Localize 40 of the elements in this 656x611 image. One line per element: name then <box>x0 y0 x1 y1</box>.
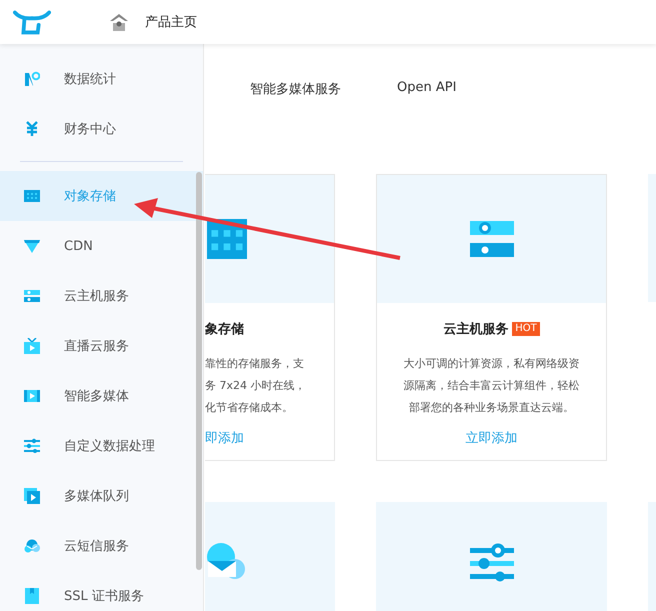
sliders-icon <box>470 542 514 582</box>
tab[interactable]: 智能多媒体服务 <box>250 80 341 104</box>
sidebar-item[interactable]: CDN <box>0 221 203 271</box>
sidebar-item[interactable]: 多媒体队列 <box>0 471 203 521</box>
sliders-icon <box>24 438 40 454</box>
film-play-icon <box>24 388 40 404</box>
card-description: 务 7x24 小时在线， <box>205 378 306 394</box>
grid-icon <box>24 188 40 204</box>
sidebar-item[interactable]: 自定义数据处理 <box>0 421 203 471</box>
page-title: 产品主页 <box>145 14 197 31</box>
hot-badge: HOT <box>512 322 540 336</box>
yen-icon <box>24 121 40 137</box>
bookmark-icon <box>24 588 40 604</box>
sidebar-item[interactable]: 财务中心 <box>0 104 203 154</box>
card-description: 源隔离，结合丰富云计算组件，轻松 <box>402 378 580 394</box>
sidebar-item[interactable]: SSL 证书服务 <box>0 571 203 611</box>
home-icon[interactable] <box>109 12 129 32</box>
play-icon <box>24 488 40 504</box>
server-icon <box>24 288 40 304</box>
server-icon <box>470 219 514 259</box>
sidebar-item[interactable]: 云主机服务 <box>0 271 203 321</box>
funnel-icon <box>24 238 40 254</box>
card-description: 靠性的存储服务，支 <box>205 356 305 372</box>
card-description: 化节省存储成本。 <box>205 400 294 416</box>
chart-icon <box>24 71 40 87</box>
tab[interactable]: Open API <box>397 80 456 104</box>
card-title: 云主机服务 <box>443 320 508 338</box>
tv-play-icon <box>24 338 40 354</box>
sidebar-item[interactable]: 云短信服务 <box>0 521 203 571</box>
scrollbar[interactable] <box>196 172 202 570</box>
card-title: 象存储 <box>205 321 244 338</box>
mail-cloud-icon <box>205 543 245 581</box>
logo-icon[interactable] <box>13 9 51 35</box>
sidebar-item[interactable]: 智能多媒体 <box>0 371 203 421</box>
grid-icon <box>205 219 249 259</box>
mail-cloud-icon <box>24 538 40 554</box>
sidebar-item[interactable]: 数据统计 <box>0 54 203 104</box>
card-description: 部署您的各种业务场景直达云端。 <box>408 400 575 416</box>
sidebar-item[interactable]: 直播云服务 <box>0 321 203 371</box>
card-description: 大小可调的计算资源，私有网络级资 <box>402 356 580 372</box>
